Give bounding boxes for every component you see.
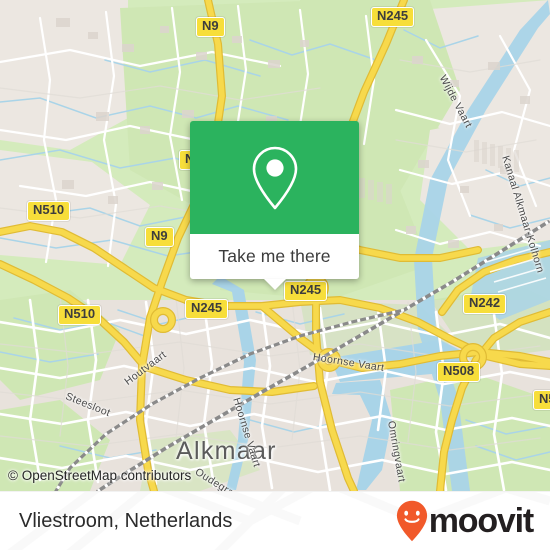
- place-name-label: Vliestroom, Netherlands: [19, 509, 233, 532]
- take-me-there-label: Take me there: [218, 246, 331, 266]
- moovit-smiley-pin-icon: [396, 500, 427, 542]
- road-shield: N510: [27, 201, 71, 221]
- road-shield: N508: [533, 390, 550, 410]
- road-shield: N9: [196, 17, 225, 37]
- road-shield: N245: [185, 299, 229, 319]
- road-shield: N508: [437, 362, 481, 382]
- road-shield: N245: [371, 7, 415, 27]
- road-shield: N510: [58, 305, 102, 325]
- road-shield: N245: [284, 281, 328, 301]
- moovit-map-screen: .farm { fill:#d4ebbc; } .farm2 { fill:#c…: [0, 0, 550, 550]
- road-shield: N242: [463, 294, 507, 314]
- footer-bar: Vliestroom, Netherlands moovit: [0, 491, 550, 550]
- popup-card-footer[interactable]: Take me there: [190, 234, 359, 290]
- osm-attribution[interactable]: © OpenStreetMap contributors: [8, 468, 191, 483]
- map-pin-icon: [252, 146, 297, 209]
- destination-popup-card[interactable]: Take me there: [190, 121, 359, 290]
- road-shield: N9: [145, 227, 174, 247]
- popup-card-pointer: [263, 279, 286, 290]
- map-canvas[interactable]: .farm { fill:#d4ebbc; } .farm2 { fill:#c…: [0, 0, 550, 491]
- moovit-wordmark: moovit: [428, 502, 534, 540]
- popup-card-header: [190, 121, 359, 234]
- moovit-logo[interactable]: moovit: [396, 500, 534, 542]
